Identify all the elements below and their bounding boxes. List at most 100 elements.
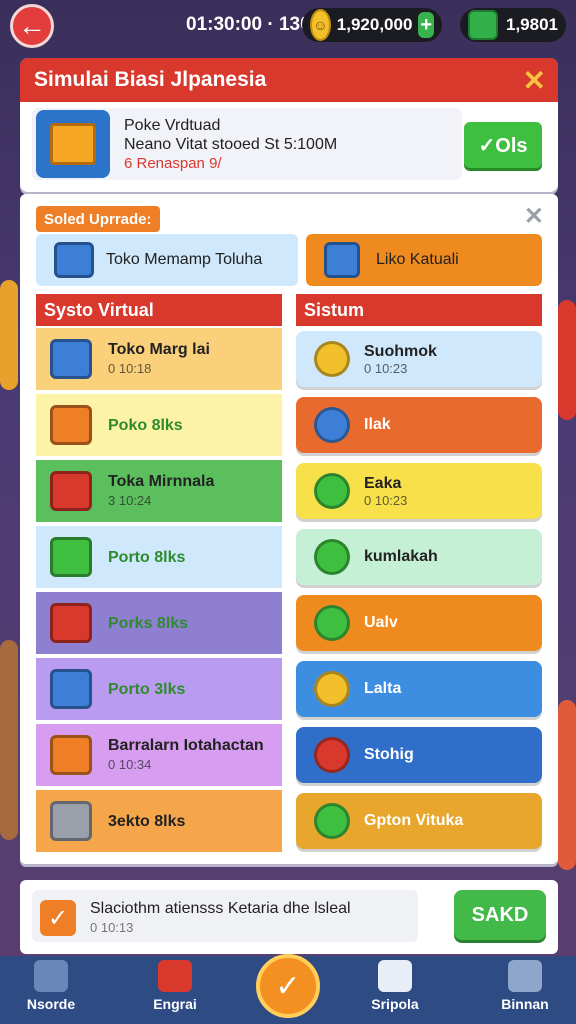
nav-shop-label: Engrai (153, 996, 197, 1012)
item-text: 3ekto 8lks (108, 812, 185, 831)
house-icon (34, 960, 68, 992)
bg-building-left (0, 280, 18, 390)
nav-store[interactable]: Binnan (480, 960, 570, 1022)
gem-amount: 1,9801 (506, 15, 558, 34)
item-text: Gpton Vituka (364, 812, 463, 830)
close-icon[interactable]: ✕ (524, 202, 544, 231)
back-arrow-icon[interactable]: ← (10, 4, 54, 48)
left-item[interactable]: Porto 3lks (36, 658, 282, 720)
item-title: Gpton Vituka (364, 812, 464, 829)
item-icon (314, 539, 350, 575)
nav-tasks-label: Sripola (371, 996, 419, 1012)
item-text: Barralarn Iotahactan 0 10:34 (108, 736, 264, 774)
footer-row[interactable]: ✓ Slaciothm atiensss Ketaria dhe lsleal … (32, 890, 418, 942)
item-icon (314, 737, 350, 773)
item-text: Ilak (364, 416, 391, 434)
left-item[interactable]: Porto 8lks (36, 526, 282, 588)
add-coins-button[interactable]: + (418, 12, 434, 38)
item-title: 3ekto 8lks (108, 812, 186, 830)
footer-panel: ✓ Slaciothm atiensss Ketaria dhe lsleal … (20, 880, 558, 954)
nav-tasks[interactable]: Sripola (350, 960, 440, 1022)
item-title: Barralarn Iotahactan (108, 737, 264, 754)
smiley-coin-icon: ☺ (310, 9, 331, 41)
right-item[interactable]: Eaka 0 10:23 (296, 463, 542, 519)
save-button[interactable]: SAKD (454, 890, 546, 940)
shop-icon (158, 960, 192, 992)
item-title: Porks 8lks (108, 614, 189, 632)
item-title: Poko 8lks (108, 416, 183, 434)
close-icon[interactable]: ✕ (523, 64, 546, 97)
left-item[interactable]: 3ekto 8lks (36, 790, 282, 852)
item-title: Toko Marg lai (108, 341, 210, 358)
right-item[interactable]: Ualv (296, 595, 542, 651)
right-item[interactable]: Suohmok 0 10:23 (296, 331, 542, 387)
item-icon (50, 735, 92, 775)
offer-panel: Simulai Biasi Jlpanesia ✕ Poke Vrdtuad N… (20, 58, 558, 192)
offer-line: Neano Vitat stooed St 5:100M (124, 136, 338, 153)
item-icon (314, 803, 350, 839)
upgrade-panel: Soled Uprrade: ✕ Toko Memamp Toluha Liko… (20, 194, 558, 864)
checkbox-icon[interactable]: ✓ (40, 900, 76, 936)
left-item[interactable]: Toko Marg lai 0 10:18 (36, 328, 282, 390)
item-icon (50, 537, 92, 577)
item-icon (314, 671, 350, 707)
item-text: Stohig (364, 746, 414, 764)
shop-box-icon (36, 110, 110, 178)
footer-sub: 0 10:13 (90, 920, 134, 935)
wide-option-right[interactable]: Liko Katuali (306, 234, 542, 286)
item-text: Porto 3lks (108, 680, 185, 699)
confirm-button[interactable]: ✓Ols (464, 122, 542, 168)
item-sub: 0 10:34 (108, 757, 152, 772)
top-bar: ← 01:30:00 · 130 ☺ 1,920,000 + 1,9801 (0, 0, 576, 52)
center-check-button[interactable]: ✓ (256, 954, 320, 1018)
coin-balance: ☺ 1,920,000 + (302, 8, 442, 42)
item-icon (50, 801, 92, 841)
nav-home-label: Nsorde (26, 996, 76, 1012)
item-text: Eaka 0 10:23 (364, 475, 407, 508)
left-item[interactable]: Poko 8lks (36, 394, 282, 456)
coin-amount: 1,920,000 (336, 15, 413, 34)
wide-option-right-label: Liko Katuali (376, 251, 459, 268)
wide-option-left[interactable]: Toko Memamp Toluha (36, 234, 298, 286)
item-icon (50, 471, 92, 511)
item-text: kumlakah (364, 548, 438, 566)
bg-building-right (558, 300, 576, 420)
item-sub: 0 10:18 (108, 361, 152, 376)
right-item[interactable]: kumlakah (296, 529, 542, 585)
nav-home[interactable]: Nsorde (6, 960, 96, 1022)
right-item[interactable]: Stohig (296, 727, 542, 783)
nav-shop[interactable]: Engrai (130, 960, 220, 1022)
wide-option-left-label: Toko Memamp Toluha (106, 251, 263, 268)
item-text: Lalta (364, 680, 401, 698)
item-title: Eaka (364, 474, 402, 492)
box-icon (54, 242, 94, 278)
item-icon (314, 605, 350, 641)
left-item[interactable]: Porks 8lks (36, 592, 282, 654)
item-sub: 0 10:23 (364, 492, 408, 508)
gem-balance: 1,9801 (460, 8, 566, 42)
right-item[interactable]: Gpton Vituka (296, 793, 542, 849)
item-icon (314, 473, 350, 509)
footer-text: Slaciothm atiensss Ketaria dhe lsleal 0 … (90, 899, 351, 937)
right-item[interactable]: Ilak (296, 397, 542, 453)
item-text: Porto 8lks (108, 548, 185, 567)
box-icon (324, 242, 360, 278)
item-title: Lalta (364, 680, 402, 697)
item-icon (50, 669, 92, 709)
bg-shop-right (558, 700, 576, 870)
section-tag: Soled Uprrade: (36, 206, 160, 232)
left-item[interactable]: Toka Mirnnala 3 10:24 (36, 460, 282, 522)
item-text: Ualv (364, 614, 398, 632)
left-item[interactable]: Barralarn Iotahactan 0 10:34 (36, 724, 282, 786)
left-column-header: Systo Virtual (36, 294, 282, 326)
item-title: Toka Mirnnala (108, 473, 215, 490)
item-text: Porks 8lks (108, 614, 188, 633)
item-icon (50, 603, 92, 643)
item-title: Suohmok (364, 342, 437, 360)
item-text: Toka Mirnnala 3 10:24 (108, 472, 214, 510)
right-item[interactable]: Lalta (296, 661, 542, 717)
item-icon (314, 407, 350, 443)
item-icon (50, 339, 92, 379)
clipboard-icon (378, 960, 412, 992)
bg-shop-left (0, 640, 18, 840)
